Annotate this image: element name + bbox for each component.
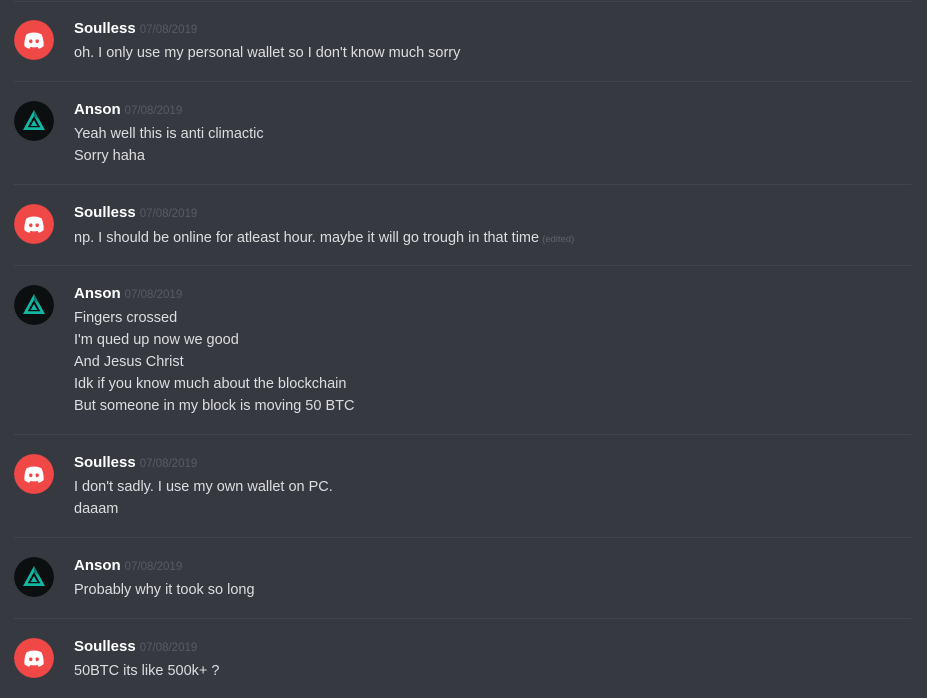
message-text: Probably why it took so long [74,582,255,598]
edited-label: (edited) [542,234,575,245]
avatar-discord-logo-icon[interactable] [14,454,54,494]
message-text: I'm qued up now we good [74,332,239,348]
message-divider [14,434,911,435]
message-text: np. I should be online for atleast hour.… [74,227,574,251]
message-divider [14,1,911,2]
message-text: oh. I only use my personal wallet so I d… [74,45,461,61]
message-text: And Jesus Christ [74,354,184,370]
message-text: Sorry haha [74,148,145,164]
avatar-teal-triangle-logo-icon[interactable] [14,101,54,141]
username[interactable]: Soulless [74,20,136,37]
message-divider [14,618,911,619]
username[interactable]: Anson [74,557,121,574]
timestamp: 07/08/2019 [124,105,183,117]
username[interactable]: Anson [74,101,121,118]
avatar-teal-triangle-logo-icon[interactable] [14,285,54,325]
message-text: I don't sadly. I use my own wallet on PC… [74,479,333,495]
message-divider [14,265,911,266]
username[interactable]: Soulless [74,638,136,655]
message-text: Fingers crossed [74,310,178,326]
message-text-content: np. I should be online for atleast hour.… [74,230,540,246]
avatar-discord-logo-icon[interactable] [14,20,54,60]
timestamp: 07/08/2019 [139,458,198,470]
message-divider [14,184,911,185]
message-text: Yeah well this is anti climactic [74,126,264,142]
timestamp: 07/08/2019 [139,642,198,654]
avatar-teal-triangle-logo-icon[interactable] [14,557,54,597]
message-text: Idk if you know much about the blockchai… [74,376,347,392]
timestamp: 07/08/2019 [124,289,183,301]
timestamp: 07/08/2019 [124,561,183,573]
username[interactable]: Anson [74,285,121,302]
timestamp: 07/08/2019 [139,208,198,220]
timestamp: 07/08/2019 [139,24,198,36]
avatar-discord-logo-icon[interactable] [14,638,54,678]
message-divider [14,81,911,82]
message-list: Soulless 07/08/2019 oh. I only use my per… [0,0,927,698]
username[interactable]: Soulless [74,454,136,471]
avatar-discord-logo-icon[interactable] [14,204,54,244]
message-divider [14,537,911,538]
message-text: daaam [74,501,119,517]
message-text: 50BTC its like 500k+ ? [74,663,220,679]
username[interactable]: Soulless [74,204,136,221]
message-text: But someone in my block is moving 50 BTC [74,398,355,414]
